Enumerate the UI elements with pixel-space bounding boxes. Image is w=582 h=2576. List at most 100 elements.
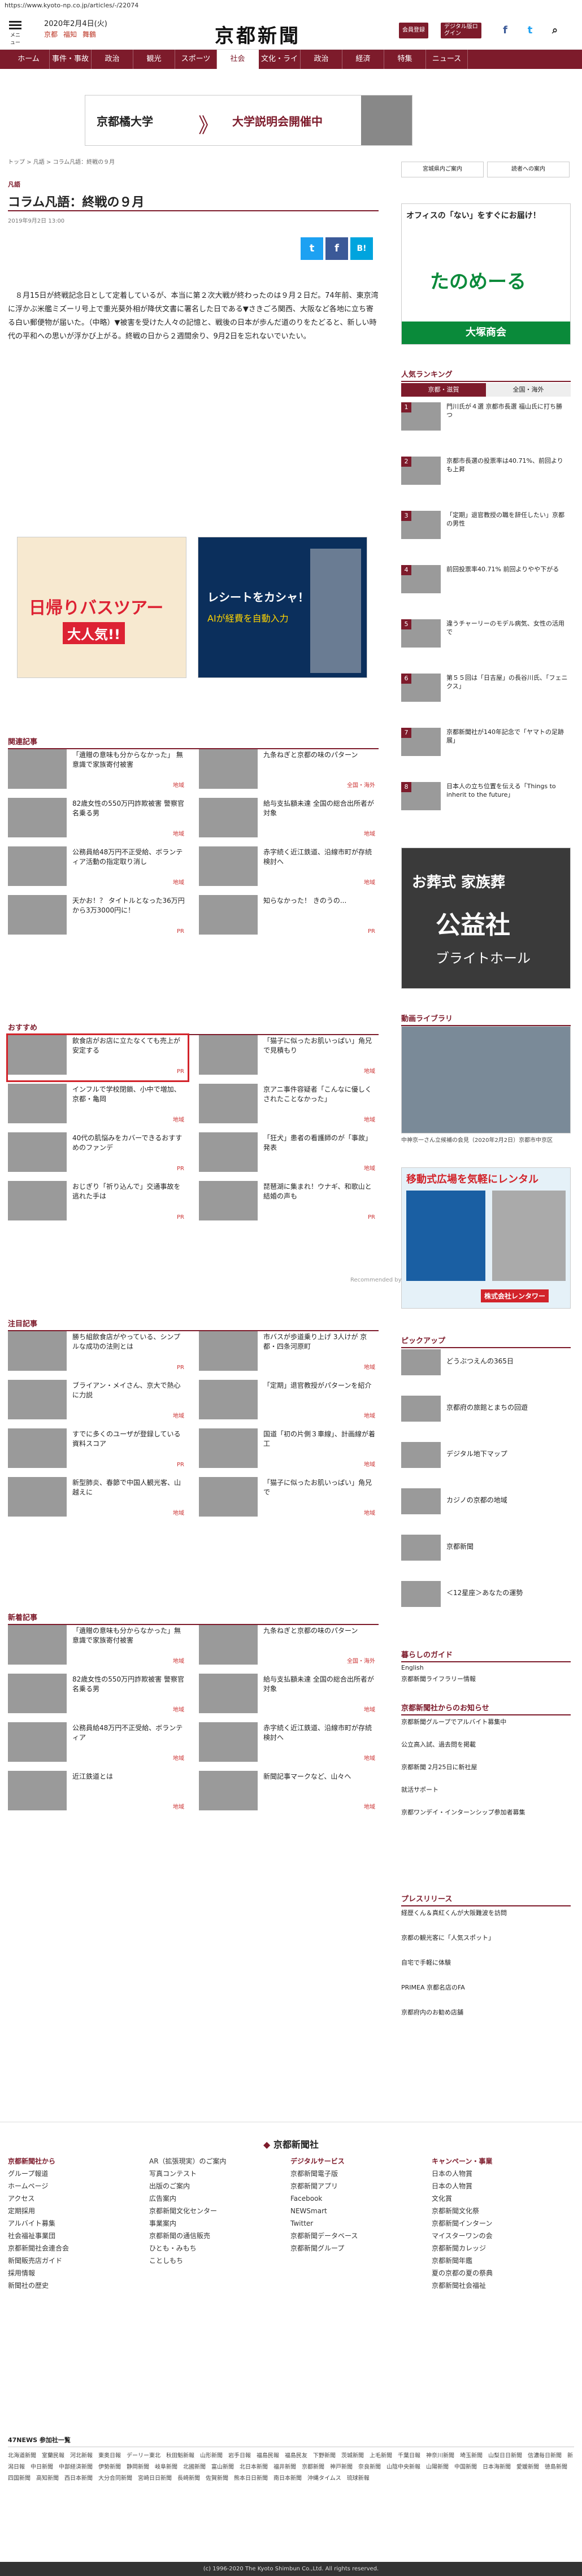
partner-link[interactable]: 中日新聞	[31, 2464, 53, 2470]
partner-link[interactable]: 山陰中央新報	[386, 2464, 420, 2470]
article-card[interactable]: 天かお！？ タイトルとなった36万円から3万3000円に！ PR	[8, 895, 188, 940]
pickup-item[interactable]: デジタル地下マップ	[401, 1442, 571, 1471]
footer-link[interactable]: Twitter	[290, 2217, 432, 2230]
footer-link[interactable]: 日本の人物賞	[432, 2180, 573, 2192]
notice-link[interactable]: 就活サポート	[401, 1786, 571, 1795]
footer-link[interactable]: 京都新聞社会連合会	[8, 2242, 149, 2254]
article-card[interactable]: 九条ねぎと京都の味のパターン 全国・海外	[199, 1625, 379, 1670]
footer-link[interactable]: 日本の人物賞	[432, 2167, 573, 2180]
partner-link[interactable]: 岩手日報	[228, 2453, 251, 2459]
footer-link[interactable]: 京都新聞文化センター	[149, 2205, 290, 2217]
partner-link[interactable]: 東奥日報	[98, 2453, 121, 2459]
partner-link[interactable]: 神戸新聞	[330, 2464, 353, 2470]
link-button[interactable]: 読者への案内	[487, 162, 570, 177]
article-card[interactable]: 82歳女性の550万円詐欺被害 警察官名乗る男 地域	[8, 798, 188, 843]
partner-link[interactable]: 秋田魁新報	[166, 2453, 194, 2459]
footer-link[interactable]: マイスターワンの会	[432, 2230, 573, 2242]
article-card[interactable]: 公務員給48万円不正受給、ボランティア活動の指定取り消し 地域	[8, 846, 188, 892]
partner-link[interactable]: 沖縄タイムス	[307, 2475, 341, 2482]
article-card[interactable]: おじぎり「祈り込んで」交通事故を逃れた手は PR	[8, 1181, 188, 1226]
ranking-item[interactable]: 3 「定期」退官教授の職を辞任したい」京都の男性	[401, 511, 571, 544]
weather-maizuru[interactable]: 舞鶴	[82, 31, 96, 38]
article-card[interactable]: 給与支払額未達 全国の総合出所者が対象 地域	[199, 1674, 379, 1719]
search-icon[interactable]: ⌕	[547, 23, 563, 38]
footer-link[interactable]: 文化賞	[432, 2192, 573, 2205]
ranking-tab-local[interactable]: 京都・滋賀	[401, 383, 486, 397]
pickup-item[interactable]: 京都新聞	[401, 1535, 571, 1564]
article-card[interactable]: ブライアン・メイさん、京大で熱心に力説 地域	[8, 1380, 188, 1425]
footer-link[interactable]: 京都新聞データベース	[290, 2230, 432, 2242]
section-label[interactable]: 凡語	[8, 180, 20, 189]
digital-login-button[interactable]: デジタル版ログイン	[441, 23, 481, 38]
footer-link[interactable]: 出版のご案内	[149, 2180, 290, 2192]
footer-link[interactable]: 京都新聞社会福祉	[432, 2279, 573, 2292]
partner-link[interactable]: 愛媛新聞	[516, 2464, 539, 2470]
partner-link[interactable]: 北海道新聞	[8, 2453, 36, 2459]
nav-item[interactable]: スポーツ	[175, 50, 217, 69]
footer-link[interactable]: 京都新聞電子版	[290, 2167, 432, 2180]
ranking-item[interactable]: 4 前回投票率40.71% 前回よりやや下がる	[401, 565, 571, 598]
footer-link[interactable]: NEWSmart	[290, 2205, 432, 2217]
partner-link[interactable]: 山梨日日新聞	[488, 2453, 522, 2459]
footer-link[interactable]: 新聞販売店ガイド	[8, 2254, 149, 2267]
partner-link[interactable]: 神奈川新聞	[426, 2453, 454, 2459]
article-card[interactable]: 「定期」退官教授がパターンを紹介 地域	[199, 1380, 379, 1425]
ranking-tab-national[interactable]: 全国・海外	[486, 383, 571, 397]
share-facebook-button[interactable]: f	[325, 237, 348, 260]
weather-kyoto[interactable]: 京都	[44, 31, 58, 38]
partner-link[interactable]: 奈良新聞	[358, 2464, 381, 2470]
partner-link[interactable]: 四国新聞	[8, 2475, 31, 2482]
twitter-icon[interactable]: t	[522, 23, 538, 38]
article-card[interactable]: 京アニ事件容疑者「こんなに優しくされたことなかった」 地域	[199, 1084, 379, 1129]
nav-item[interactable]: 事件・事故	[50, 50, 92, 69]
article-card[interactable]: 給与支払額未達 全国の総合出所者が対象 地域	[199, 798, 379, 843]
partner-link[interactable]: 河北新報	[70, 2453, 93, 2459]
footer-link[interactable]: ホームページ	[8, 2180, 149, 2192]
footer-link[interactable]: 事業案内	[149, 2217, 290, 2230]
notice-link[interactable]: 公立高入試、過去問を掲載	[401, 1740, 571, 1749]
article-card[interactable]: 近江鉄道とは 地域	[8, 1771, 188, 1816]
article-card[interactable]: 九条ねぎと京都の味のパターン 全国・海外	[199, 749, 379, 794]
notice-link[interactable]: 京都新聞 2月25日に新社屋	[401, 1763, 571, 1772]
article-card[interactable]: 赤字続く近江鉄道、沿線市町が存続検討へ 地域	[199, 846, 379, 892]
nav-item[interactable]: 観光	[133, 50, 175, 69]
article-card[interactable]: 赤字続く近江鉄道、沿線市町が存続検討へ 地域	[199, 1722, 379, 1767]
pickup-item[interactable]: どうぶつえんの365日	[401, 1349, 571, 1379]
outbrain-logo[interactable]: Recommended by	[350, 1277, 402, 1283]
footer-link[interactable]: アルバイト募集	[8, 2217, 149, 2230]
article-card[interactable]: 「遺贈の意味も分からなかった」無意識で家族寄付被害 地域	[8, 1625, 188, 1670]
facebook-icon[interactable]: f	[497, 23, 513, 38]
article-card[interactable]: すでに多くのユーザが登録している資料スコア PR	[8, 1428, 188, 1474]
partner-link[interactable]: 上毛新聞	[370, 2453, 392, 2459]
article-card[interactable]: 市バスが歩道乗り上げ 3人けが 京都・四条河原町 地域	[199, 1331, 379, 1376]
partner-link[interactable]: 千葉日報	[398, 2453, 420, 2459]
footer-link[interactable]: 新聞社の歴史	[8, 2279, 149, 2292]
partner-link[interactable]: 佐賀新聞	[206, 2475, 228, 2482]
footer-link[interactable]: 広告案内	[149, 2192, 290, 2205]
ranking-item[interactable]: 7 京都新聞社が140年記念で「ヤマトの足跡展」	[401, 728, 571, 761]
press-link[interactable]: 経歴くん＆真紅くんが大阪難波を訪問	[401, 1909, 571, 1918]
partner-link[interactable]: 下野新聞	[313, 2453, 336, 2459]
partner-link[interactable]: 琉球新報	[347, 2475, 370, 2482]
article-card[interactable]: 公務員給48万円不正受給、ボランティア 地域	[8, 1722, 188, 1767]
article-card[interactable]: 新聞記事マークなど、山々へ 地域	[199, 1771, 379, 1816]
article-card[interactable]: 知らなかった！ きのうの... PR	[199, 895, 379, 940]
footer-link[interactable]: 京都新聞グループ	[290, 2242, 432, 2254]
side-ad-rental[interactable]: 移動式広場を気軽にレンタル 株式会社レンタワー	[401, 1167, 571, 1309]
partner-link[interactable]: 中部経済新聞	[59, 2464, 93, 2470]
guide-link[interactable]: English	[401, 1663, 571, 1673]
press-link[interactable]: PRIMEA 京都名店のFA	[401, 1983, 571, 1992]
notice-link[interactable]: 京都新聞グループでアルバイト募集中	[401, 1718, 571, 1727]
partner-link[interactable]: 信濃毎日新聞	[528, 2453, 562, 2459]
footer-link[interactable]: 定期採用	[8, 2205, 149, 2217]
partner-link[interactable]: 福島民友	[285, 2453, 307, 2459]
partner-link[interactable]: 静岡新聞	[127, 2464, 149, 2470]
partner-link[interactable]: 中国新聞	[454, 2464, 477, 2470]
notice-link[interactable]: 京都ワンデイ・インターンシップ参加者募集	[401, 1808, 571, 1817]
nav-item[interactable]: ニュース	[426, 50, 468, 69]
share-twitter-button[interactable]: t	[301, 237, 323, 260]
partner-link[interactable]: 山形新聞	[200, 2453, 223, 2459]
partner-link[interactable]: 伊勢新聞	[98, 2464, 121, 2470]
site-logo[interactable]: 京都新聞	[215, 20, 301, 48]
nav-item[interactable]: ホーム	[8, 50, 50, 69]
